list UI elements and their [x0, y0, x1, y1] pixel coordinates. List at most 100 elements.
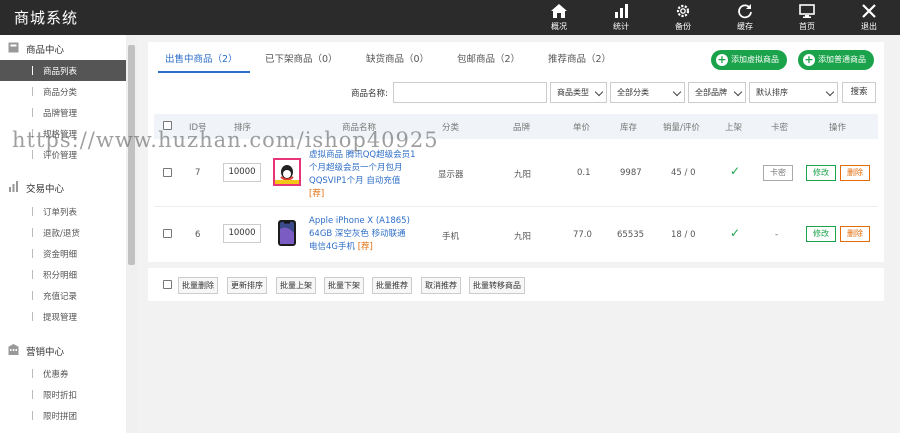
bulk-shelve-button[interactable]: 批量上架 — [276, 277, 316, 294]
table-row: 6 10000 Apple iPhone X (A1865) 64GB 深空灰色… — [154, 207, 878, 261]
card-key-button[interactable]: 卡密 — [763, 165, 793, 181]
sidebar-item-product-category[interactable]: 商品分类 — [0, 81, 126, 102]
product-name-line: 64GB 深空灰色 移动联通 — [309, 229, 406, 239]
row-price: 77.0 — [573, 230, 592, 240]
topnav-label: 首页 — [799, 22, 815, 31]
topnav-stats[interactable]: 统计 — [590, 0, 652, 35]
sidebar-item-recharge[interactable]: 充值记录 — [0, 285, 126, 306]
add-virtual-product-button[interactable]: + 添加虚拟商品 — [711, 50, 787, 70]
item-bar — [32, 66, 33, 75]
sidebar-item-orders[interactable]: 订单列表 — [0, 201, 126, 222]
plus-icon: + — [803, 53, 815, 66]
sidebar-group-title: 营销中心 — [26, 347, 65, 358]
sidebar-item-label: 优惠券 — [43, 370, 69, 380]
top-nav: 概况 统计 备份 缓存 首页 退出 — [528, 0, 900, 35]
sort-input[interactable]: 10000 — [223, 163, 261, 182]
tab-out-of-stock[interactable]: 缺货商品（0） — [366, 51, 429, 65]
header-sales: 销量/评价 — [663, 123, 700, 133]
table-header: ID号 排序 商品名称 分类 品牌 单价 库存 销量/评价 上架 卡密 操作 — [154, 114, 878, 139]
topnav-backup[interactable]: 备份 — [652, 0, 714, 35]
top-bar: 商城系统 概况 统计 备份 缓存 首页 退出 — [0, 0, 900, 35]
sidebar-group-title: 交易中心 — [26, 184, 65, 195]
sidebar-item-label: 评价管理 — [43, 151, 78, 161]
sidebar-item-withdraw[interactable]: 提现管理 — [0, 306, 126, 327]
row-checkbox[interactable] — [163, 229, 172, 238]
row-stock: 65535 — [617, 230, 645, 240]
select-value: 全部分类 — [617, 88, 649, 97]
sidebar-group-title: 商品中心 — [26, 45, 65, 56]
recommended-tag: [荐] — [357, 242, 373, 252]
product-name-line: Apple iPhone X (A1865) — [309, 216, 410, 226]
header-category: 分类 — [442, 123, 460, 133]
brand-select[interactable]: 全部品牌 — [688, 82, 746, 103]
cancel-recommend-button[interactable]: 取消推荐 — [421, 277, 461, 294]
header-id: ID号 — [189, 123, 207, 133]
delete-button[interactable]: 删除 — [840, 165, 870, 181]
sidebar-item-flash-discount[interactable]: 限时折扣 — [0, 384, 126, 405]
home-icon — [551, 4, 567, 18]
sidebar-group-marketing[interactable]: 营销中心 — [0, 339, 126, 361]
topnav-overview[interactable]: 概况 — [528, 0, 590, 35]
gear-icon — [676, 4, 690, 18]
search-bar: 商品名称: 商品类型 全部分类 全部品牌 默认排序 搜索 — [148, 82, 884, 104]
sidebar-item-review[interactable]: 评价管理 — [0, 144, 126, 165]
bulk-unshelve-button[interactable]: 批量下架 — [324, 277, 364, 294]
product-thumbnail[interactable] — [273, 158, 301, 186]
product-name-link[interactable]: 虚拟商品 腾讯QQ超级会员1 个月超级会员一个月包月 QQSVIP1个月 自动充… — [309, 149, 419, 201]
category-select[interactable]: 全部分类 — [610, 82, 685, 103]
sidebar-item-spec[interactable]: 规格管理 — [0, 123, 126, 144]
sidebar-scrollbar[interactable] — [126, 35, 137, 433]
topnav-cache[interactable]: 缓存 — [714, 0, 776, 35]
tab-free-shipping[interactable]: 包邮商品（2） — [457, 51, 520, 65]
tab-recommended[interactable]: 推荐商品（2） — [548, 51, 611, 65]
sidebar-item-funds[interactable]: 资金明细 — [0, 243, 126, 264]
sidebar-item-points[interactable]: 积分明细 — [0, 264, 126, 285]
on-shelf-check-icon[interactable]: ✓ — [730, 226, 740, 240]
row-category: 手机 — [442, 232, 460, 242]
select-all-checkbox[interactable] — [163, 121, 172, 130]
sidebar-group-products[interactable]: 商品中心 — [0, 37, 126, 59]
on-shelf-check-icon[interactable]: ✓ — [730, 164, 740, 178]
bulk-delete-button[interactable]: 批量删除 — [178, 277, 218, 294]
update-sort-button[interactable]: 更新排序 — [227, 277, 267, 294]
product-name-link[interactable]: Apple iPhone X (A1865) 64GB 深空灰色 移动联通 电信… — [309, 215, 419, 254]
item-bar — [32, 390, 33, 399]
edit-button[interactable]: 修改 — [806, 165, 836, 181]
plus-icon: + — [716, 53, 728, 66]
tab-off-shelf[interactable]: 已下架商品（0） — [265, 51, 338, 65]
sidebar-item-label: 商品分类 — [43, 88, 78, 98]
topnav-logout[interactable]: 退出 — [838, 0, 900, 35]
product-name-line: QQSVIP1个月 自动充值 — [309, 176, 401, 186]
sidebar-item-brand[interactable]: 品牌管理 — [0, 102, 126, 123]
bulk-recommend-button[interactable]: 批量推荐 — [372, 277, 412, 294]
sidebar-item-refunds[interactable]: 退款/退货 — [0, 222, 126, 243]
header-name: 商品名称 — [342, 123, 377, 133]
sidebar-item-group-buy[interactable]: 限时拼团 — [0, 405, 126, 426]
tab-on-sale[interactable]: 出售中商品（2） — [165, 51, 238, 65]
search-button[interactable]: 搜索 — [842, 82, 876, 103]
topnav-home[interactable]: 首页 — [776, 0, 838, 35]
item-bar — [32, 150, 33, 159]
sort-input[interactable]: 10000 — [223, 224, 261, 243]
sidebar-item-product-list[interactable]: 商品列表 — [0, 60, 126, 81]
scrollbar-thumb[interactable] — [128, 45, 135, 265]
row-checkbox[interactable] — [163, 168, 172, 177]
item-bar — [32, 87, 33, 96]
sidebar-group-trade[interactable]: 交易中心 — [0, 176, 126, 198]
sidebar-item-coupons[interactable]: 优惠券 — [0, 363, 126, 384]
row-brand: 九阳 — [514, 232, 532, 242]
close-icon — [862, 4, 876, 18]
product-name-line: 电信4G手机 — [309, 242, 358, 252]
add-normal-product-button[interactable]: + 添加普通商品 — [798, 50, 874, 70]
product-name-input[interactable] — [393, 82, 547, 103]
edit-button[interactable]: 修改 — [806, 226, 836, 242]
sidebar-item-label: 限时折扣 — [43, 391, 78, 401]
bulk-select-checkbox[interactable] — [163, 280, 172, 289]
delete-button[interactable]: 删除 — [840, 226, 870, 242]
bulk-transfer-button[interactable]: 批量转移商品 — [469, 277, 525, 294]
select-value: 全部品牌 — [695, 88, 727, 97]
sort-select[interactable]: 默认排序 — [749, 82, 838, 103]
chevron-down-icon — [733, 87, 743, 97]
product-type-select[interactable]: 商品类型 — [550, 82, 607, 103]
product-thumbnail[interactable] — [273, 219, 301, 247]
